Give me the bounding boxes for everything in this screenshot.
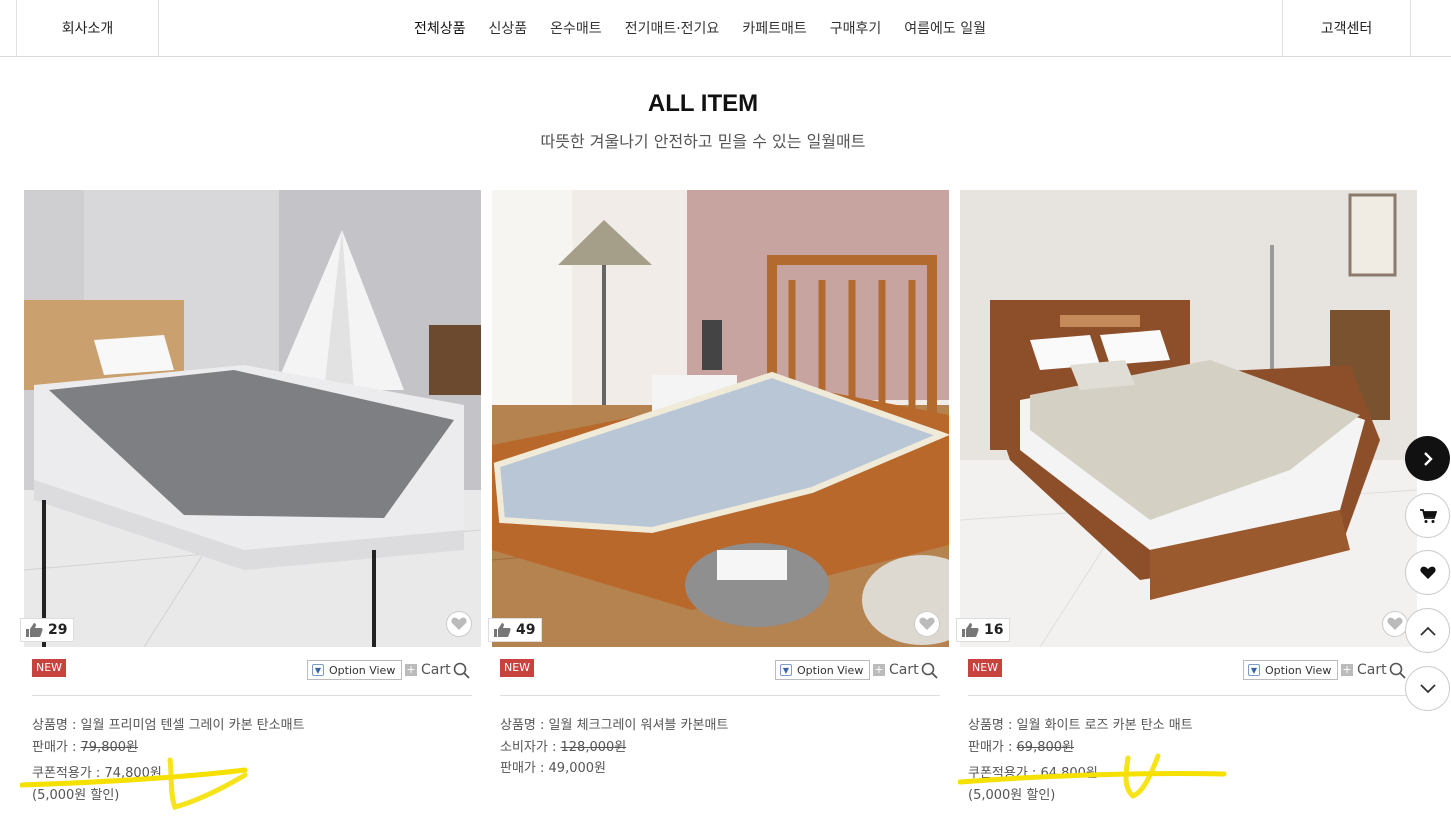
price-label: 판매가 : (968, 739, 1017, 755)
price-value: 69,800원 (1016, 739, 1074, 755)
divider (500, 695, 940, 696)
like-count-badge[interactable]: 16 (956, 618, 1011, 642)
like-count: 49 (516, 622, 536, 638)
section-subtitle: 따뜻한 겨울나기 안전하고 믿을 수 있는 일월매트 (540, 132, 866, 151)
wishlist-button[interactable] (914, 611, 940, 637)
coupon-price: 쿠폰적용가 : 64,800원 (968, 766, 1098, 781)
product-card[interactable]: 49 NEW ▼ Option View + Cart 상품명 : 일월 체크그… (488, 190, 949, 820)
cart-icon (1419, 508, 1437, 523)
wishlist-button[interactable] (446, 611, 472, 637)
discount-amount: (5,000원 할인) (968, 787, 1056, 803)
chevron-up-icon (1419, 626, 1436, 636)
menu-new-products[interactable]: 신상품 (489, 18, 528, 38)
product-image[interactable] (24, 190, 481, 647)
option-view-label: Option View (1265, 663, 1332, 677)
divider (32, 695, 472, 696)
chevron-down-icon: ▼ (780, 664, 792, 676)
product-name[interactable]: 상품명 : 일월 프리미엄 텐셀 그레이 카본 탄소매트 (32, 715, 305, 737)
option-view-label: Option View (797, 663, 864, 677)
discount-amount: (5,000원 할인) (32, 787, 120, 803)
heart-icon (1387, 617, 1403, 630)
heart-icon (451, 617, 467, 630)
menu-hot-water-mat[interactable]: 온수매트 (550, 18, 602, 38)
like-count-badge[interactable]: 29 (20, 618, 75, 642)
sale-price: 판매가 : 49,000원 (500, 761, 606, 776)
option-view-button[interactable]: ▼ Option View (307, 660, 403, 680)
like-count-badge[interactable]: 49 (488, 618, 543, 642)
product-name[interactable]: 상품명 : 일월 체크그레이 워셔블 카본매트 (500, 715, 728, 737)
product-name[interactable]: 상품명 : 일월 화이트 로즈 카본 탄소 매트 (968, 715, 1193, 737)
plus-icon: + (873, 663, 885, 676)
chevron-down-icon: ▼ (312, 664, 324, 676)
product-card[interactable]: 29 NEW ▼ Option View + Cart 상품명 : 일월 프리미… (20, 190, 481, 820)
price-label: 판매가 : (32, 739, 81, 755)
customer-center-link[interactable]: 고객센터 (1282, 0, 1411, 56)
like-count: 29 (48, 622, 68, 638)
zoom-icon[interactable] (1389, 662, 1406, 679)
thumbs-up-icon (962, 623, 979, 637)
plus-icon: + (1341, 663, 1353, 676)
consumer-price-row: 소비자가 : 128,000원 (500, 737, 728, 759)
add-to-cart-button[interactable]: + Cart (1341, 660, 1387, 680)
product-info: 상품명 : 일월 체크그레이 워셔블 카본매트 소비자가 : 128,000원 … (500, 715, 728, 780)
thumbs-up-icon (26, 623, 43, 637)
product-image[interactable] (492, 190, 949, 647)
cart-label: Cart (889, 662, 919, 678)
menu-electric-mat[interactable]: 전기매트·전기요 (625, 18, 720, 38)
heart-icon (919, 617, 935, 630)
menu-carpet-mat[interactable]: 카페트매트 (742, 18, 806, 38)
menu-summer[interactable]: 여름에도 일월 (904, 18, 986, 38)
option-view-button[interactable]: ▼ Option View (775, 660, 871, 680)
price-row: 판매가 : 79,800원 (32, 737, 305, 759)
chevron-down-icon (1419, 683, 1436, 693)
option-view-label: Option View (329, 663, 396, 677)
cart-quick-button[interactable] (1405, 493, 1450, 538)
top-navigation-bar: 회사소개 전체상품 신상품 온수매트 전기매트·전기요 카페트매트 구매후기 여… (0, 0, 1451, 57)
next-slide-button[interactable] (1405, 436, 1450, 481)
chevron-down-icon: ▼ (1248, 664, 1260, 676)
consumer-price-value: 128,000원 (560, 739, 627, 755)
scroll-bottom-button[interactable] (1405, 666, 1450, 711)
add-to-cart-button[interactable]: + Cart (873, 660, 919, 680)
main-menu: 전체상품 신상품 온수매트 전기매트·전기요 카페트매트 구매후기 여름에도 일… (414, 0, 1009, 56)
heart-icon (1419, 566, 1436, 579)
price-value: 79,800원 (80, 739, 138, 755)
wishlist-quick-button[interactable] (1405, 550, 1450, 595)
new-badge: NEW (500, 659, 535, 677)
scroll-top-button[interactable] (1405, 608, 1450, 653)
price-row: 판매가 : 69,800원 (968, 737, 1193, 759)
add-to-cart-button[interactable]: + Cart (405, 660, 451, 680)
product-image[interactable] (960, 190, 1417, 647)
coupon-price: 쿠폰적용가 : 74,800원 (32, 766, 162, 781)
option-view-button[interactable]: ▼ Option View (1243, 660, 1339, 680)
thumbs-up-icon (494, 623, 511, 637)
divider (968, 695, 1408, 696)
zoom-icon[interactable] (921, 662, 938, 679)
product-info: 상품명 : 일월 화이트 로즈 카본 탄소 매트 판매가 : 69,800원 쿠… (968, 715, 1193, 806)
wishlist-button[interactable] (1382, 611, 1408, 637)
plus-icon: + (405, 663, 417, 676)
product-card[interactable]: 16 NEW ▼ Option View + Cart 상품명 : 일월 화이트… (956, 190, 1417, 820)
company-intro-link[interactable]: 회사소개 (16, 0, 159, 56)
consumer-price-label: 소비자가 : (500, 739, 561, 755)
product-info: 상품명 : 일월 프리미엄 텐셀 그레이 카본 탄소매트 판매가 : 79,80… (32, 715, 305, 806)
chevron-right-icon (1423, 451, 1433, 466)
section-title: ALL ITEM (647, 90, 759, 117)
cart-label: Cart (1357, 662, 1387, 678)
like-count: 16 (984, 622, 1004, 638)
menu-reviews[interactable]: 구매후기 (830, 18, 882, 38)
new-badge: NEW (968, 659, 1003, 677)
zoom-icon[interactable] (453, 662, 470, 679)
cart-label: Cart (421, 662, 451, 678)
new-badge: NEW (32, 659, 67, 677)
menu-all-products[interactable]: 전체상품 (414, 18, 466, 38)
